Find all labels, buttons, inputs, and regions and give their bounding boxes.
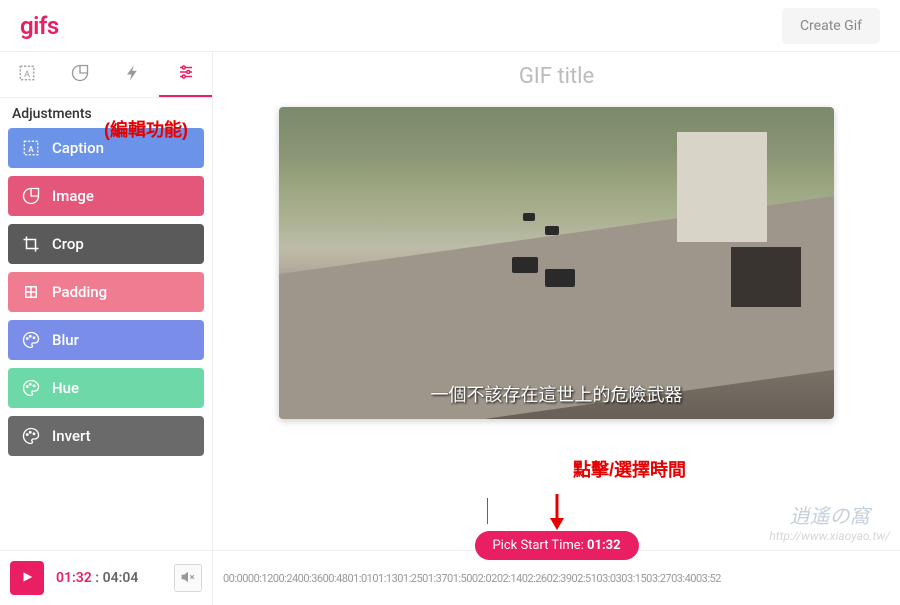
palette-icon bbox=[22, 331, 40, 349]
pick-time-value: 01:32 bbox=[587, 538, 621, 553]
time-display: 01:32 : 04:04 bbox=[56, 570, 138, 586]
tab-adjustments[interactable] bbox=[159, 52, 212, 97]
palette-icon bbox=[22, 427, 40, 445]
adj-label: Image bbox=[52, 187, 94, 205]
adj-label: Blur bbox=[52, 331, 79, 349]
crop-icon bbox=[22, 235, 40, 253]
tab-sticker[interactable] bbox=[53, 52, 106, 97]
adj-label: Caption bbox=[52, 139, 104, 157]
caption-icon: A bbox=[22, 139, 40, 157]
svg-text:A: A bbox=[24, 69, 30, 79]
playback-controls: 01:32 : 04:04 bbox=[0, 551, 213, 605]
adj-padding[interactable]: Padding bbox=[8, 272, 204, 312]
gif-title-input[interactable]: GIF title bbox=[519, 64, 594, 89]
adj-crop[interactable]: Crop bbox=[8, 224, 204, 264]
create-gif-button[interactable]: Create Gif bbox=[782, 8, 880, 44]
tool-tabs: A bbox=[0, 52, 212, 98]
palette-icon bbox=[22, 379, 40, 397]
tab-effects[interactable] bbox=[106, 52, 159, 97]
video-subtitle: 一個不該存在這世上的危險武器 bbox=[279, 381, 834, 407]
arrow-down-annotation bbox=[547, 494, 567, 534]
adj-label: Hue bbox=[52, 379, 79, 397]
adj-label: Invert bbox=[52, 427, 91, 445]
video-preview[interactable]: 一個不該存在這世上的危險武器 bbox=[279, 107, 834, 419]
adjustments-list: A Caption Image Crop Padding Blur Hue bbox=[0, 128, 212, 550]
timeline-ticks: 00:0000:1200:2400:3600:4801:0101:1301:25… bbox=[223, 572, 721, 585]
total-time: 04:04 bbox=[103, 570, 139, 586]
app-logo[interactable]: gifs bbox=[20, 12, 59, 40]
mute-button[interactable] bbox=[174, 564, 202, 592]
current-time: 01:32 bbox=[56, 570, 92, 586]
adj-blur[interactable]: Blur bbox=[8, 320, 204, 360]
mute-icon bbox=[181, 569, 195, 588]
sticker-icon bbox=[71, 64, 89, 86]
adj-image[interactable]: Image bbox=[8, 176, 204, 216]
pick-time-label: Pick Start Time: bbox=[492, 538, 583, 553]
adj-label: Padding bbox=[52, 283, 107, 301]
play-icon bbox=[20, 569, 34, 588]
caption-stroke-icon: A bbox=[18, 64, 36, 86]
adj-hue[interactable]: Hue bbox=[8, 368, 204, 408]
watermark: 逍遙の窩 http://www.xiaoyao.tw/ bbox=[769, 500, 890, 543]
pick-start-time-button[interactable]: Pick Start Time: 01:32 bbox=[474, 531, 638, 560]
content-area: GIF title 一個不該存在這世上的危險武器 Pick Start Time… bbox=[213, 52, 900, 550]
svg-text:A: A bbox=[28, 145, 34, 155]
timeline[interactable]: 00:0000:1200:2400:3600:4801:0101:1301:25… bbox=[213, 572, 900, 585]
sticker-icon bbox=[22, 187, 40, 205]
tab-caption[interactable]: A bbox=[0, 52, 53, 97]
play-button[interactable] bbox=[10, 561, 44, 595]
padding-icon bbox=[22, 283, 40, 301]
adj-label: Crop bbox=[52, 235, 84, 253]
sliders-icon bbox=[177, 63, 195, 85]
adj-invert[interactable]: Invert bbox=[8, 416, 204, 456]
lightning-icon bbox=[124, 64, 142, 86]
annotation-edit-feature: (編輯功能) bbox=[104, 116, 188, 142]
timeline-playhead[interactable] bbox=[487, 498, 488, 524]
annotation-click-time: 點擊/選擇時間 bbox=[573, 456, 686, 482]
